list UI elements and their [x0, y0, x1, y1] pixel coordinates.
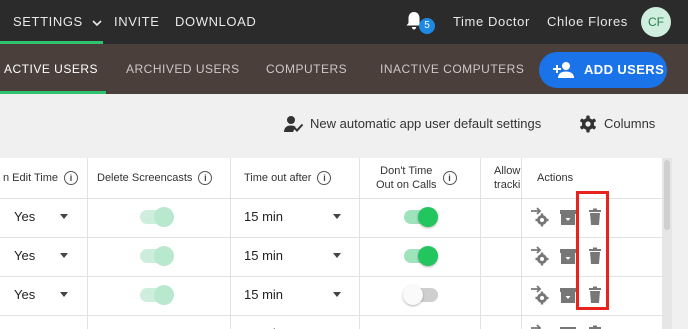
transfer-settings-icon[interactable] — [529, 324, 551, 329]
header-allow-tracking[interactable]: Allow tracki — [494, 158, 521, 198]
archive-icon[interactable] — [559, 325, 577, 329]
toggle-knob — [154, 207, 174, 227]
info-icon[interactable]: i — [198, 171, 213, 185]
header-edit-time-label: n Edit Time — [3, 172, 59, 184]
header-allow-line1: Allow — [494, 165, 521, 177]
column-divider — [359, 158, 360, 329]
row-divider — [0, 198, 662, 199]
row-divider — [0, 276, 662, 277]
tab-inactive-computers[interactable]: INACTIVE COMPUTERS — [380, 44, 524, 94]
edit-time-select[interactable]: Yes — [14, 248, 35, 263]
header-dont-time-out-line2: Out on Calls — [376, 179, 437, 191]
dropdown-caret-icon[interactable] — [60, 292, 68, 297]
tab-active-users[interactable]: ACTIVE USERS — [4, 44, 98, 94]
toggle-knob — [403, 285, 423, 305]
header-delete-screencasts[interactable]: Delete Screencasts i — [97, 158, 230, 198]
row-divider — [0, 315, 662, 316]
highlight-box — [576, 191, 609, 310]
user-check-icon — [284, 116, 304, 132]
edit-time-select[interactable]: Yes — [14, 209, 35, 224]
toggle-knob — [418, 207, 438, 227]
dont-time-out-toggle[interactable] — [404, 207, 438, 227]
columns-label: Columns — [604, 116, 656, 131]
delete-screencasts-toggle[interactable] — [140, 285, 174, 305]
info-icon[interactable]: i — [64, 171, 79, 185]
avatar[interactable]: CF — [641, 7, 671, 37]
header-allow-line2: tracki — [494, 179, 521, 191]
toggle-knob — [154, 246, 174, 266]
delete-screencasts-toggle[interactable] — [140, 246, 174, 266]
download-link[interactable]: DOWNLOAD — [175, 0, 256, 44]
dropdown-caret-icon[interactable] — [333, 292, 341, 297]
default-settings-label: New automatic app user default settings — [310, 116, 542, 131]
timeout-select[interactable]: 15 min — [244, 248, 283, 263]
header-dont-time-out-label: Don't Time Out on Calls — [376, 164, 437, 192]
dont-time-out-toggle[interactable] — [404, 246, 438, 266]
settings-menu[interactable]: SETTINGS — [13, 0, 102, 44]
company-name[interactable]: Time Doctor — [453, 0, 530, 44]
trash-icon[interactable] — [588, 325, 602, 329]
header-dont-time-out-line1: Don't Time — [380, 165, 433, 177]
info-icon[interactable]: i — [442, 171, 457, 185]
edit-time-select[interactable]: Yes — [14, 287, 35, 302]
dropdown-caret-icon[interactable] — [60, 253, 68, 258]
header-allow-label: Allow tracki — [494, 164, 520, 192]
notification-badge: 5 — [419, 18, 435, 34]
columns-button[interactable]: Columns — [579, 108, 659, 140]
add-user-icon — [553, 62, 574, 78]
header-delete-screencasts-label: Delete Screencasts — [97, 172, 193, 184]
info-icon[interactable]: i — [317, 171, 332, 185]
toggle-knob — [418, 246, 438, 266]
tab-archived-users[interactable]: ARCHIVED USERS — [126, 44, 240, 94]
add-users-button[interactable]: ADD USERS — [539, 52, 667, 88]
active-tab-indicator — [0, 91, 106, 94]
archive-icon[interactable] — [559, 286, 577, 304]
column-divider — [480, 158, 481, 329]
archive-icon[interactable] — [559, 208, 577, 226]
users-table: n Edit Time i Delete Screencasts i Time … — [0, 158, 662, 329]
timeout-select[interactable]: 15 min — [244, 287, 283, 302]
top-navigation-bar: SETTINGS INVITE DOWNLOAD 5 Time Doctor C… — [0, 0, 688, 44]
user-name[interactable]: Chloe Flores — [547, 0, 628, 44]
column-divider — [521, 158, 522, 329]
timeout-select[interactable]: 15 min — [244, 209, 283, 224]
scrollbar-thumb[interactable] — [664, 160, 670, 230]
column-divider — [87, 158, 88, 329]
chevron-down-icon — [92, 19, 102, 26]
dropdown-caret-icon[interactable] — [60, 214, 68, 219]
transfer-settings-icon[interactable] — [529, 207, 551, 227]
archive-icon[interactable] — [559, 247, 577, 265]
header-time-out-after[interactable]: Time out after i — [244, 158, 359, 198]
delete-screencasts-toggle[interactable] — [140, 207, 174, 227]
header-dont-time-out[interactable]: Don't Time Out on Calls i — [376, 158, 480, 198]
transfer-settings-icon[interactable] — [529, 246, 551, 266]
gear-icon — [580, 115, 596, 133]
header-time-out-after-label: Time out after — [244, 172, 312, 184]
tab-computers[interactable]: COMPUTERS — [266, 44, 347, 94]
dropdown-caret-icon[interactable] — [333, 253, 341, 258]
dropdown-caret-icon[interactable] — [333, 214, 341, 219]
add-users-label: ADD USERS — [584, 62, 665, 77]
invite-link[interactable]: INVITE — [114, 0, 160, 44]
row-divider — [0, 237, 662, 238]
dont-time-out-toggle[interactable] — [403, 285, 438, 305]
header-edit-time[interactable]: n Edit Time i — [0, 158, 87, 198]
toggle-knob — [154, 285, 174, 305]
column-divider — [230, 158, 231, 329]
transfer-settings-icon[interactable] — [529, 285, 551, 305]
settings-label: SETTINGS — [13, 14, 83, 29]
